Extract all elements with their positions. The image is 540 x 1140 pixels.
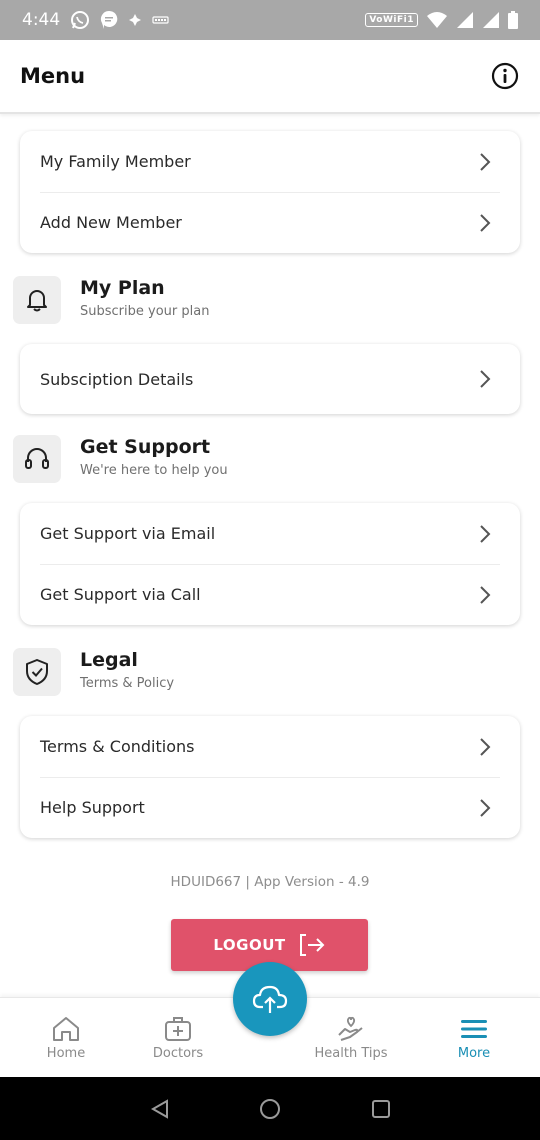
- recents-nav-icon[interactable]: [369, 1097, 393, 1121]
- chevron-right-icon: [476, 523, 494, 545]
- nav-label: Doctors: [152, 1046, 204, 1061]
- section-get-support: Get Support We're here to help you: [13, 435, 513, 491]
- wifi-icon: [426, 11, 448, 29]
- status-time: 4:44: [22, 10, 61, 30]
- headset-icon: [13, 435, 61, 483]
- vowifi-badge: VoWiFi1: [365, 13, 418, 27]
- app-header: Menu: [0, 40, 540, 114]
- chevron-right-icon: [476, 797, 494, 819]
- message-icon: [100, 10, 118, 30]
- cloud-upload-icon: [252, 985, 288, 1013]
- section-subtitle: Subscribe your plan: [80, 304, 210, 319]
- menu-item-label: My Family Member: [40, 152, 191, 171]
- nav-label: More: [457, 1046, 491, 1061]
- chevron-right-icon: [476, 368, 494, 390]
- signal-icon-2: [482, 11, 500, 29]
- hand-heart-icon: [301, 1014, 401, 1044]
- menu-icon: [424, 1014, 524, 1044]
- nav-more[interactable]: More: [424, 1014, 524, 1061]
- bell-icon: [13, 276, 61, 324]
- menu-item-subscription-details[interactable]: Subsciption Details: [20, 344, 520, 414]
- page-title: Menu: [20, 64, 86, 88]
- whatsapp-icon: [70, 10, 90, 30]
- section-title: My Plan: [80, 277, 165, 299]
- home-icon: [16, 1014, 116, 1044]
- nav-label: Home: [46, 1046, 86, 1061]
- section-subtitle: Terms & Policy: [80, 676, 175, 691]
- menu-item-label: Help Support: [40, 798, 145, 817]
- section-title: Get Support: [80, 436, 211, 458]
- section-title: Legal: [80, 649, 138, 671]
- battery-icon: [508, 11, 518, 29]
- battery-small-icon: [152, 15, 170, 25]
- nav-doctors[interactable]: Doctors: [128, 1014, 228, 1061]
- section-legal: Legal Terms & Policy: [13, 648, 513, 704]
- menu-item-my-family-member[interactable]: My Family Member: [20, 131, 520, 192]
- status-bar: 4:44 VoWiFi1: [0, 0, 540, 40]
- signal-icon: [456, 11, 474, 29]
- menu-content: My Family Member Add New Member My Plan …: [0, 116, 540, 996]
- menu-item-add-new-member[interactable]: Add New Member: [20, 192, 520, 253]
- upload-fab-button[interactable]: [233, 962, 307, 1036]
- shield-check-icon: [13, 648, 61, 696]
- menu-item-label: Terms & Conditions: [40, 737, 195, 756]
- plan-card: Subsciption Details: [20, 344, 520, 414]
- pinwheel-icon: [128, 13, 142, 27]
- menu-item-support-email[interactable]: Get Support via Email: [20, 503, 520, 564]
- chevron-right-icon: [476, 151, 494, 173]
- menu-item-label: Add New Member: [40, 213, 182, 232]
- home-nav-icon[interactable]: [258, 1097, 282, 1121]
- nav-label: Health Tips: [314, 1046, 388, 1061]
- logout-icon: [299, 934, 325, 956]
- menu-item-label: Subsciption Details: [40, 369, 194, 389]
- chevron-right-icon: [476, 212, 494, 234]
- nav-health-tips[interactable]: Health Tips: [301, 1014, 401, 1061]
- legal-card: Terms & Conditions Help Support: [20, 716, 520, 838]
- chevron-right-icon: [476, 584, 494, 606]
- section-subtitle: We're here to help you: [80, 463, 228, 478]
- chevron-right-icon: [476, 736, 494, 758]
- medical-kit-icon: [128, 1014, 228, 1044]
- menu-item-label: Get Support via Email: [40, 524, 216, 543]
- menu-item-help-support[interactable]: Help Support: [20, 777, 520, 838]
- system-nav-bar: [0, 1077, 540, 1140]
- info-button[interactable]: [490, 61, 520, 91]
- logout-label: LOGOUT: [213, 936, 286, 954]
- section-my-plan: My Plan Subscribe your plan: [13, 276, 513, 332]
- menu-item-support-call[interactable]: Get Support via Call: [20, 564, 520, 625]
- info-icon: [491, 62, 519, 90]
- back-nav-icon[interactable]: [148, 1097, 172, 1121]
- family-card: My Family Member Add New Member: [20, 131, 520, 253]
- app-version: HDUID667 | App Version - 4.9: [170, 874, 370, 890]
- nav-home[interactable]: Home: [16, 1014, 116, 1061]
- support-card: Get Support via Email Get Support via Ca…: [20, 503, 520, 625]
- menu-item-label: Get Support via Call: [40, 585, 201, 604]
- menu-item-terms-conditions[interactable]: Terms & Conditions: [20, 716, 520, 777]
